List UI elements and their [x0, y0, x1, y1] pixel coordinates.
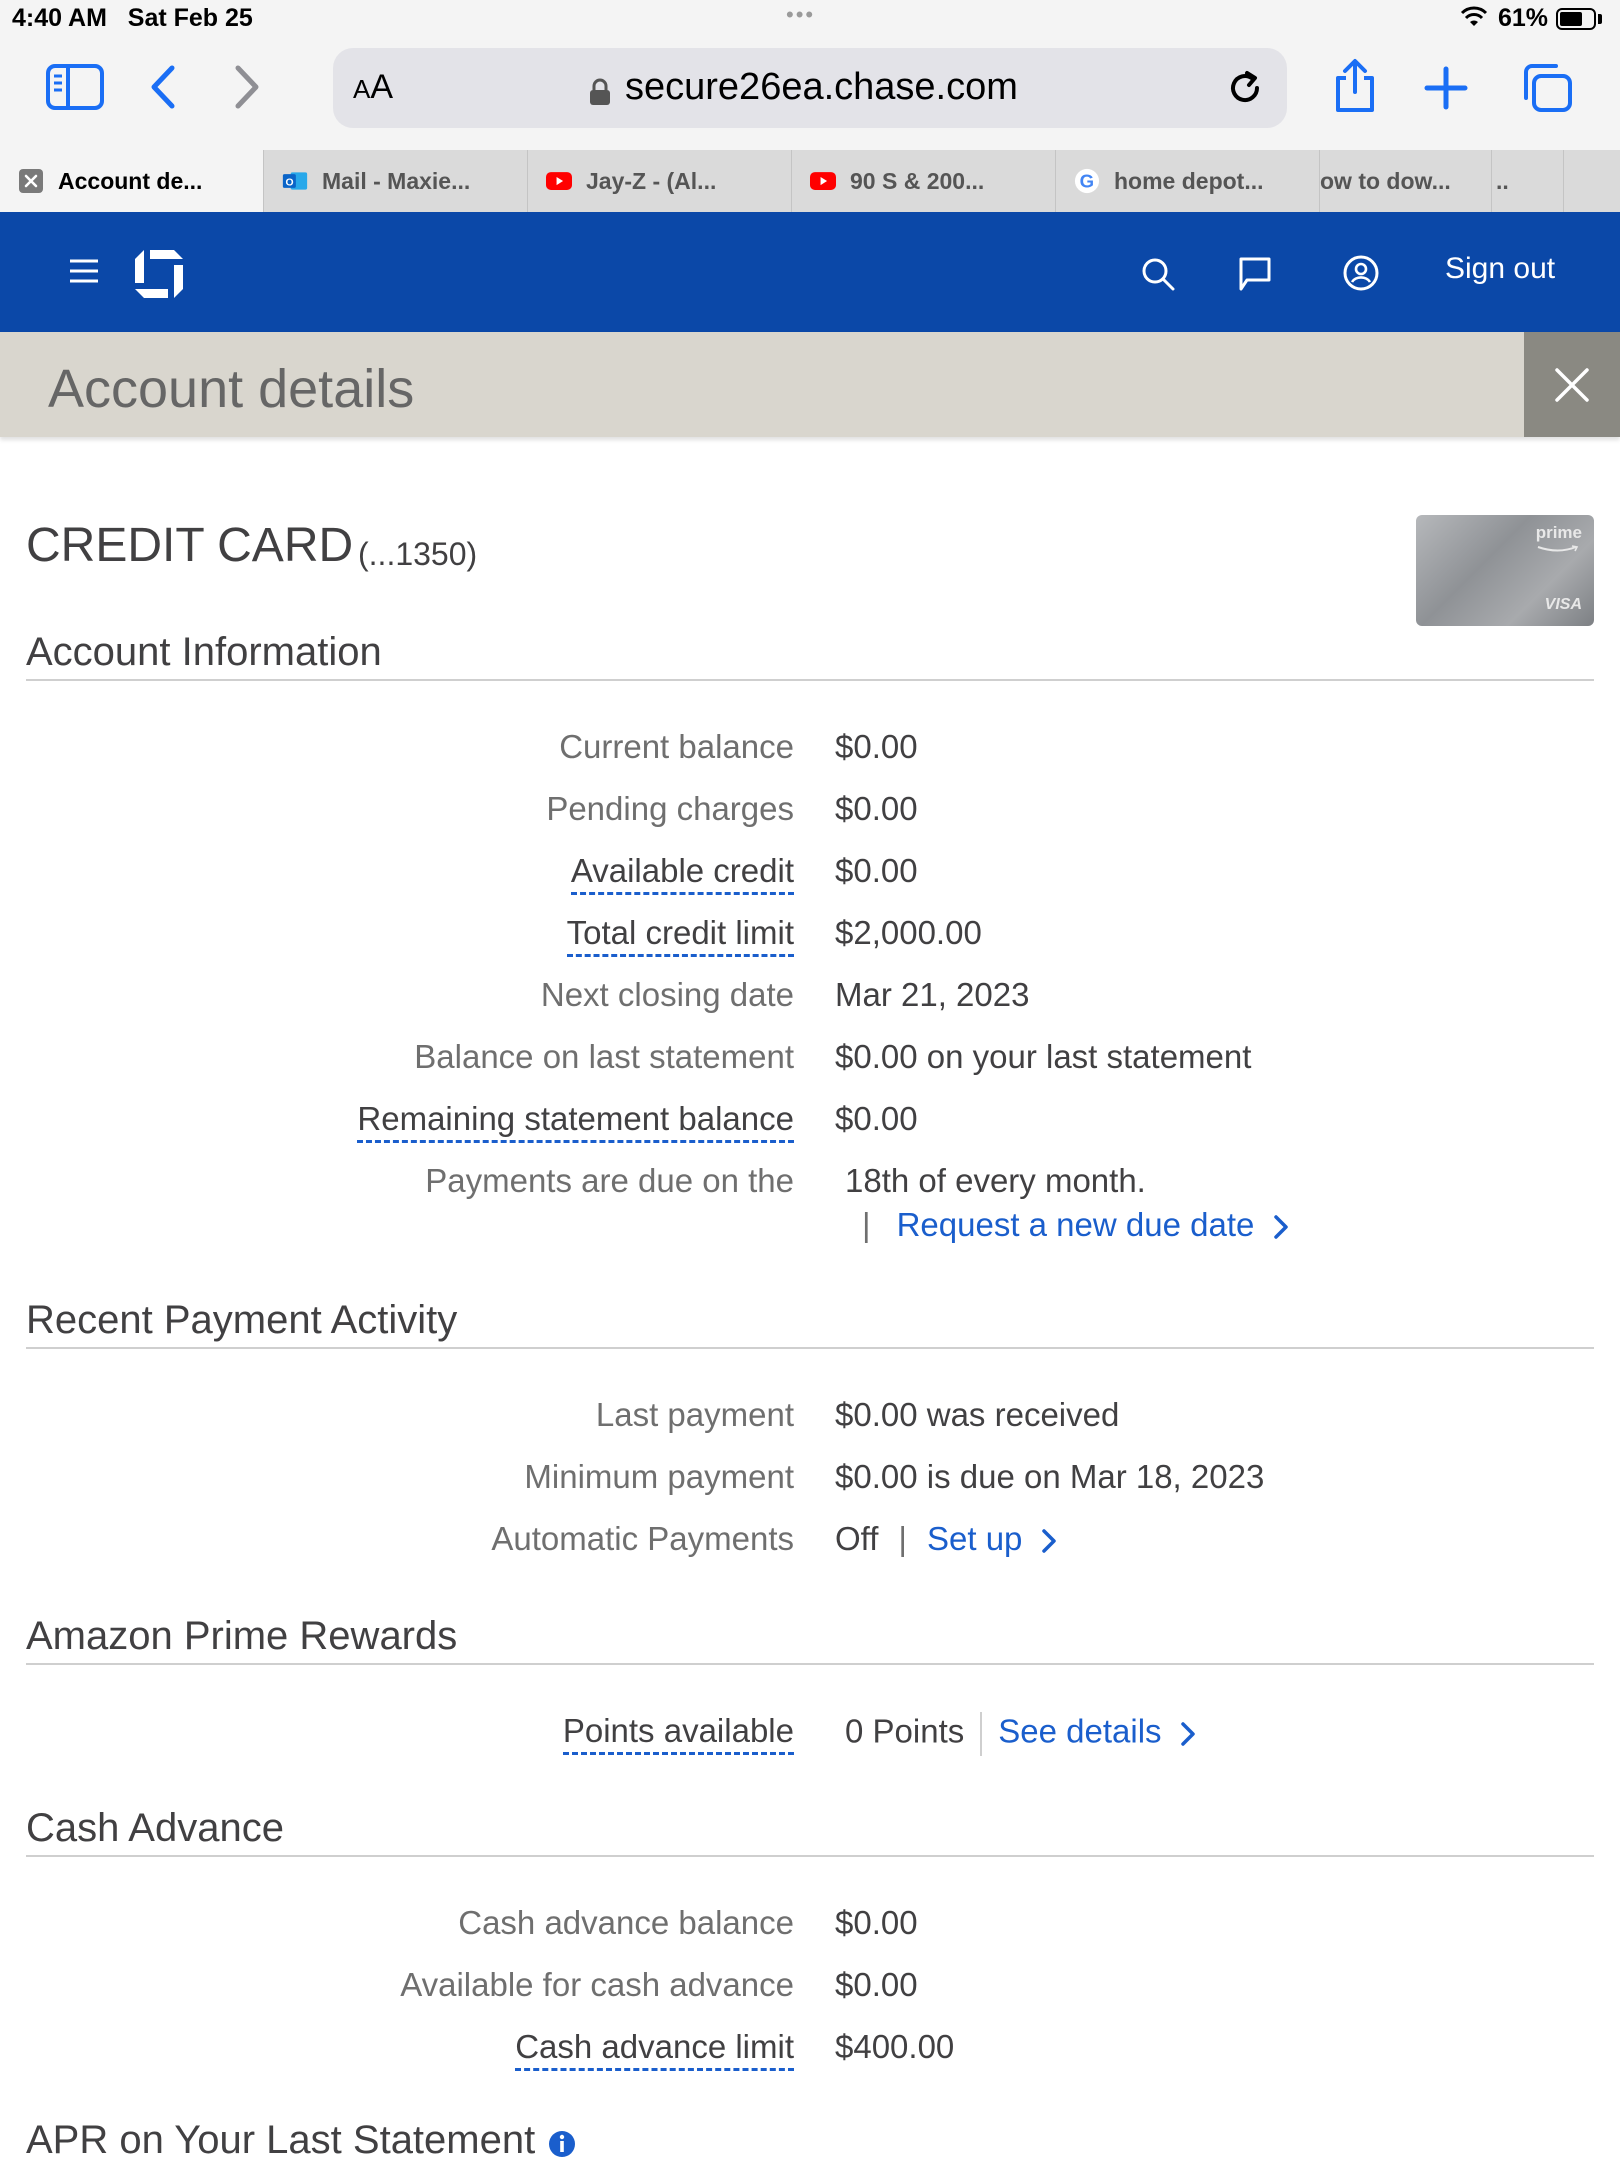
- section-account-information: Account Information: [26, 630, 1594, 681]
- see-details-link[interactable]: See details: [998, 1713, 1161, 1750]
- account-details-header: Account details: [0, 332, 1620, 437]
- chase-header: Sign out: [0, 212, 1620, 332]
- svg-text:O: O: [285, 177, 293, 188]
- status-time: 4:40 AM Sat Feb 25: [12, 4, 253, 32]
- row-available-cash-advance: Available for cash advance $0.00: [400, 1966, 918, 2003]
- tab-90s[interactable]: 90 S & 200...: [792, 150, 1056, 212]
- cash-advance-limit-tooltip[interactable]: Cash advance limit: [515, 2028, 794, 2071]
- row-points-available: Points available 0 Points See details: [0, 1712, 1620, 1756]
- section-recent-payment-activity: Recent Payment Activity: [26, 1298, 1594, 1349]
- battery-percent: 61%: [1498, 4, 1549, 32]
- section-cash-advance: Cash Advance: [26, 1806, 1594, 1857]
- row-minimum-payment: Minimum payment $0.00 is due on Mar 18, …: [524, 1458, 1265, 1495]
- row-last-payment: Last payment $0.00 was received: [595, 1396, 1120, 1433]
- new-tab-icon[interactable]: [1424, 66, 1468, 110]
- row-current-balance: Current balance $0.00: [559, 728, 918, 765]
- card-number: (...1350): [358, 536, 478, 572]
- reload-icon[interactable]: [1225, 68, 1265, 113]
- row-cash-advance-balance: Cash advance balance $0.00: [458, 1904, 918, 1941]
- reader-settings-button[interactable]: AA: [353, 68, 393, 107]
- row-remaining-statement-balance: Remaining statement balance $0.00: [0, 1100, 1620, 1144]
- request-new-due-date-link[interactable]: Request a new due date: [897, 1206, 1255, 1243]
- points-available-tooltip[interactable]: Points available: [562, 1712, 794, 1755]
- row-balance-last-statement: Balance on last statement $0.00 on your …: [414, 1038, 1252, 1075]
- multitasking-dots-icon[interactable]: •••: [786, 2, 815, 28]
- chase-logo-icon[interactable]: [133, 248, 185, 305]
- close-button[interactable]: [1524, 332, 1620, 437]
- page-title: Account details: [48, 359, 415, 419]
- chevron-right-icon: [1180, 1722, 1195, 1746]
- lock-icon: [589, 78, 611, 111]
- card-type: CREDIT CARD: [26, 519, 354, 572]
- row-total-credit-limit: Total credit limit $2,000.00: [0, 914, 1620, 958]
- forward-icon[interactable]: [232, 64, 262, 110]
- tab-bar: Account de... O Mail - Maxie... Jay-Z - …: [0, 150, 1620, 212]
- url-text: secure26ea.chase.com: [625, 66, 1018, 108]
- search-icon[interactable]: [1140, 256, 1176, 297]
- row-pending-charges: Pending charges $0.00: [546, 790, 918, 827]
- outlook-icon: O: [282, 168, 308, 194]
- chevron-right-icon: [1041, 1529, 1056, 1554]
- row-automatic-payments: Automatic Payments Off | Set up: [0, 1520, 1620, 1564]
- youtube-icon: [546, 168, 572, 194]
- svg-text:G: G: [1080, 171, 1094, 192]
- chevron-right-icon: [1273, 1215, 1288, 1240]
- profile-icon[interactable]: [1342, 254, 1380, 297]
- sign-out-button[interactable]: Sign out: [1445, 252, 1555, 286]
- share-icon[interactable]: [1332, 58, 1378, 114]
- tab-account-details[interactable]: Account de...: [0, 150, 264, 212]
- tab-how-to[interactable]: ow to dow...: [1320, 150, 1492, 212]
- set-up-autopay-link[interactable]: Set up: [927, 1520, 1022, 1557]
- section-amazon-prime-rewards: Amazon Prime Rewards: [26, 1614, 1594, 1665]
- row-available-credit: Available credit $0.00: [0, 852, 1620, 896]
- status-bar: 4:40 AM Sat Feb 25 ••• 61%: [0, 0, 1620, 40]
- tab-more[interactable]: ..: [1492, 150, 1564, 212]
- battery-icon: [1556, 8, 1596, 30]
- available-credit-tooltip[interactable]: Available credit: [570, 852, 794, 895]
- info-icon[interactable]: [548, 2130, 576, 2163]
- browser-toolbar: AA secure26ea.chase.com: [0, 40, 1620, 150]
- remaining-statement-balance-tooltip[interactable]: Remaining statement balance: [357, 1100, 794, 1143]
- tab-overview-icon[interactable]: [1520, 62, 1574, 114]
- close-tab-icon[interactable]: [18, 168, 44, 194]
- row-cash-advance-limit: Cash advance limit $400.00: [0, 2028, 1620, 2072]
- row-payments-due: Payments are due on the 18th of every mo…: [425, 1162, 1146, 1199]
- address-bar[interactable]: AA secure26ea.chase.com: [333, 48, 1287, 128]
- tab-jayz[interactable]: Jay-Z - (Al...: [528, 150, 792, 212]
- row-next-closing-date: Next closing date Mar 21, 2023: [540, 976, 1030, 1013]
- google-icon: G: [1074, 168, 1100, 194]
- messages-icon[interactable]: [1238, 256, 1272, 297]
- menu-icon[interactable]: [68, 258, 100, 289]
- back-icon[interactable]: [148, 64, 178, 110]
- total-credit-limit-tooltip[interactable]: Total credit limit: [566, 914, 794, 957]
- youtube-icon: [810, 168, 836, 194]
- tab-home-depot[interactable]: G home depot...: [1056, 150, 1320, 212]
- card-image: prime VISA: [1416, 515, 1594, 626]
- tab-mail[interactable]: O Mail - Maxie...: [264, 150, 528, 212]
- row-request-due-date: | Request a new due date: [0, 1206, 1620, 1250]
- sidebar-icon[interactable]: [46, 64, 104, 110]
- wifi-icon: [1460, 6, 1488, 33]
